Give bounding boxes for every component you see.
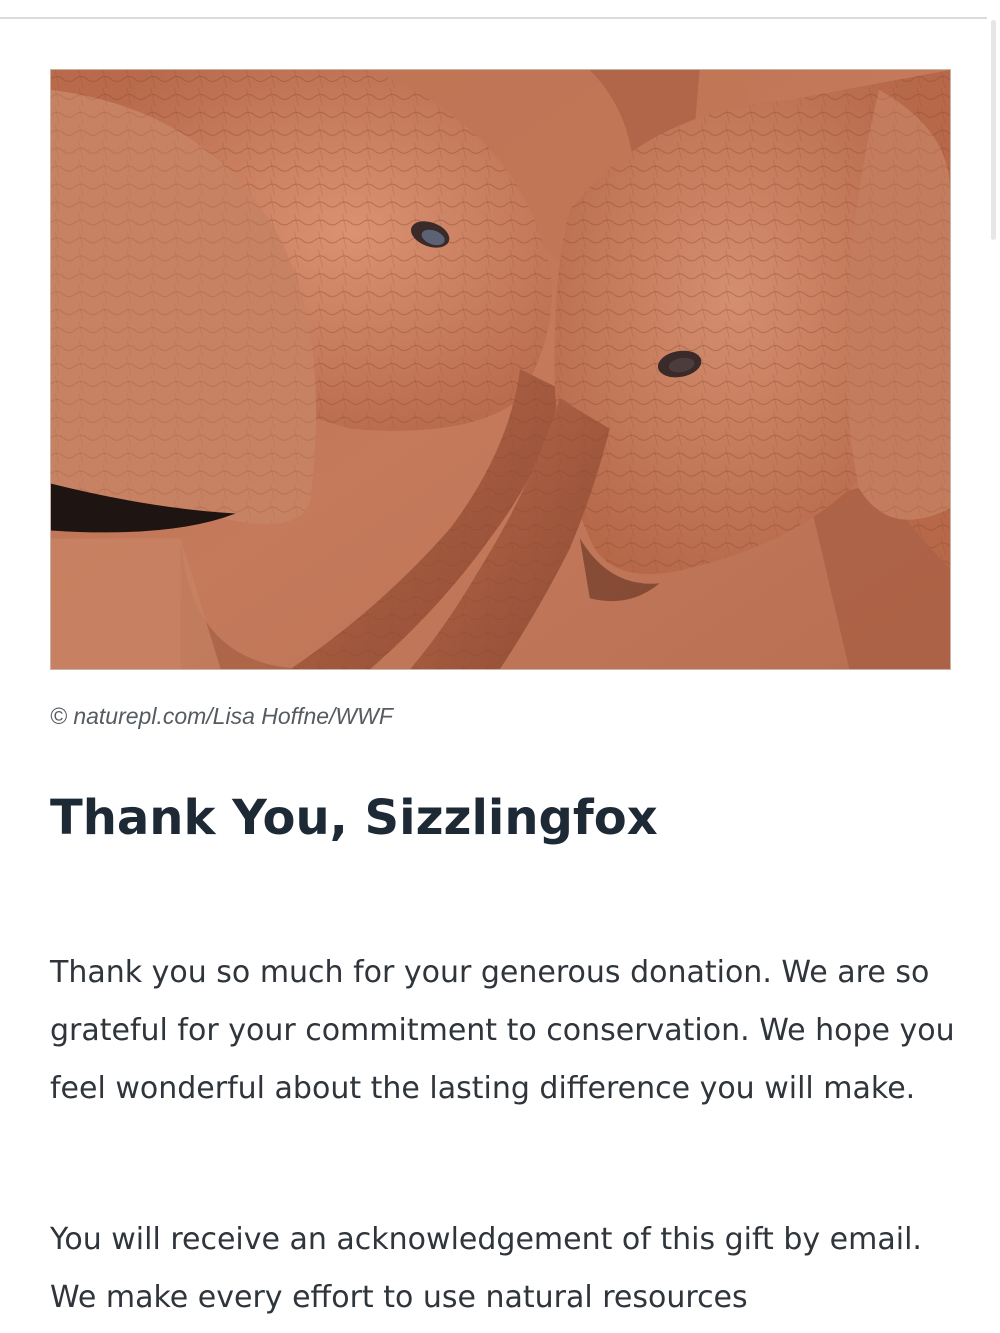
page-title: Thank You, Sizzlingfox [50,790,658,846]
top-divider [0,17,987,19]
photo-credit: © naturepl.com/Lisa Hoffne/WWF [50,703,393,729]
acknowledgement-paragraph: You will receive an acknowledgement of t… [50,1222,922,1315]
elephants-illustration [51,70,950,669]
hero-image [50,69,951,670]
scrollbar[interactable] [991,20,996,240]
thank-you-paragraph: Thank you so much for your generous dona… [50,955,955,1106]
